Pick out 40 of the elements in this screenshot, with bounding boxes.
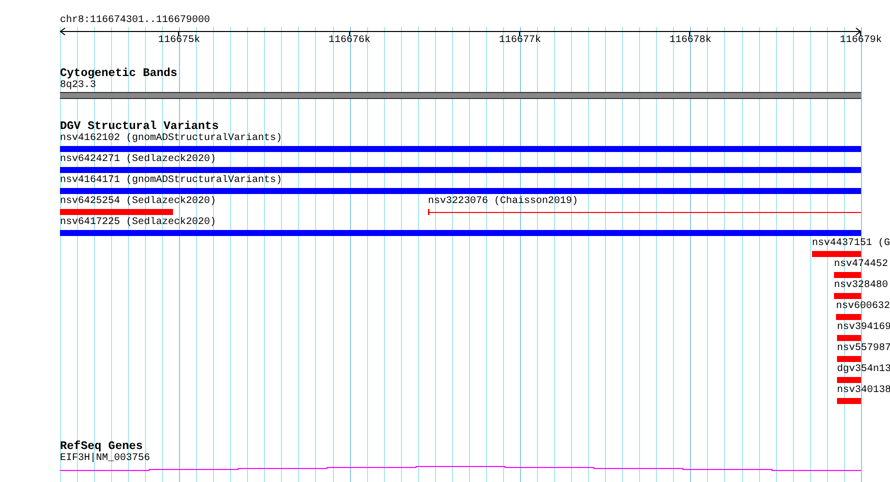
feature-label[interactable]: nsv557987 xyxy=(837,343,890,355)
feature-label[interactable]: nsv474452 xyxy=(834,259,888,271)
tick-label: 116676k xyxy=(328,35,371,47)
feature-bar[interactable] xyxy=(60,209,173,215)
feature-label[interactable]: nsv6417225 (Sedlazeck2020) xyxy=(60,217,216,229)
gene-label[interactable]: EIF3H|NM_003756 xyxy=(0,453,890,465)
tick-label: 116678k xyxy=(669,35,712,47)
tick-label: 116675k xyxy=(158,35,200,47)
feature-line[interactable] xyxy=(428,209,861,215)
feature-label[interactable]: nsv328480 xyxy=(834,280,888,292)
feature-label[interactable]: nsv6425254 (Sedlazeck2020) xyxy=(60,196,216,208)
feature-label[interactable]: nsv4162102 (gnomADStructuralVariants) xyxy=(60,133,282,145)
feature-label[interactable]: nsv3223076 (Chaisson2019) xyxy=(428,196,578,208)
feature-bar[interactable] xyxy=(837,335,861,341)
feature-bar[interactable] xyxy=(812,251,861,257)
feature-bar[interactable] xyxy=(60,167,861,173)
feature-bar[interactable] xyxy=(836,314,861,320)
feature-bar[interactable] xyxy=(60,146,861,152)
feature-bar[interactable] xyxy=(834,293,861,299)
feature-label[interactable]: nsv340138 xyxy=(837,385,890,397)
feature-bar[interactable] xyxy=(60,230,861,236)
feature-bar[interactable] xyxy=(837,377,861,383)
tick-label: 116679k xyxy=(840,35,882,47)
feature-bar[interactable] xyxy=(837,356,861,362)
track-title: Cytogenetic Bands xyxy=(59,68,178,80)
track-title: RefSeq Genes xyxy=(59,441,143,453)
feature-label[interactable]: nsv4164171 (gnomADStructuralVariants) xyxy=(60,175,282,187)
feature-bar[interactable] xyxy=(837,398,861,404)
gene-line[interactable] xyxy=(60,466,862,471)
feature-label[interactable]: nsv600632 xyxy=(836,301,890,313)
feature-label[interactable]: nsv6424271 (Sedlazeck2020) xyxy=(60,154,216,166)
location-label: chr8:116674301..116679000 xyxy=(60,15,210,27)
feature-label[interactable]: dgv354n13 xyxy=(837,364,890,376)
feature-label[interactable]: nsv4437151 (G xyxy=(812,238,890,250)
feature-bar[interactable] xyxy=(834,272,861,278)
feature-bar[interactable] xyxy=(60,188,861,194)
feature-label[interactable]: nsv394169 xyxy=(837,322,890,334)
track-title: DGV Structural Variants xyxy=(59,121,220,133)
tick-label: 116677k xyxy=(498,35,541,47)
band-label: 8q23.3 xyxy=(59,80,98,92)
